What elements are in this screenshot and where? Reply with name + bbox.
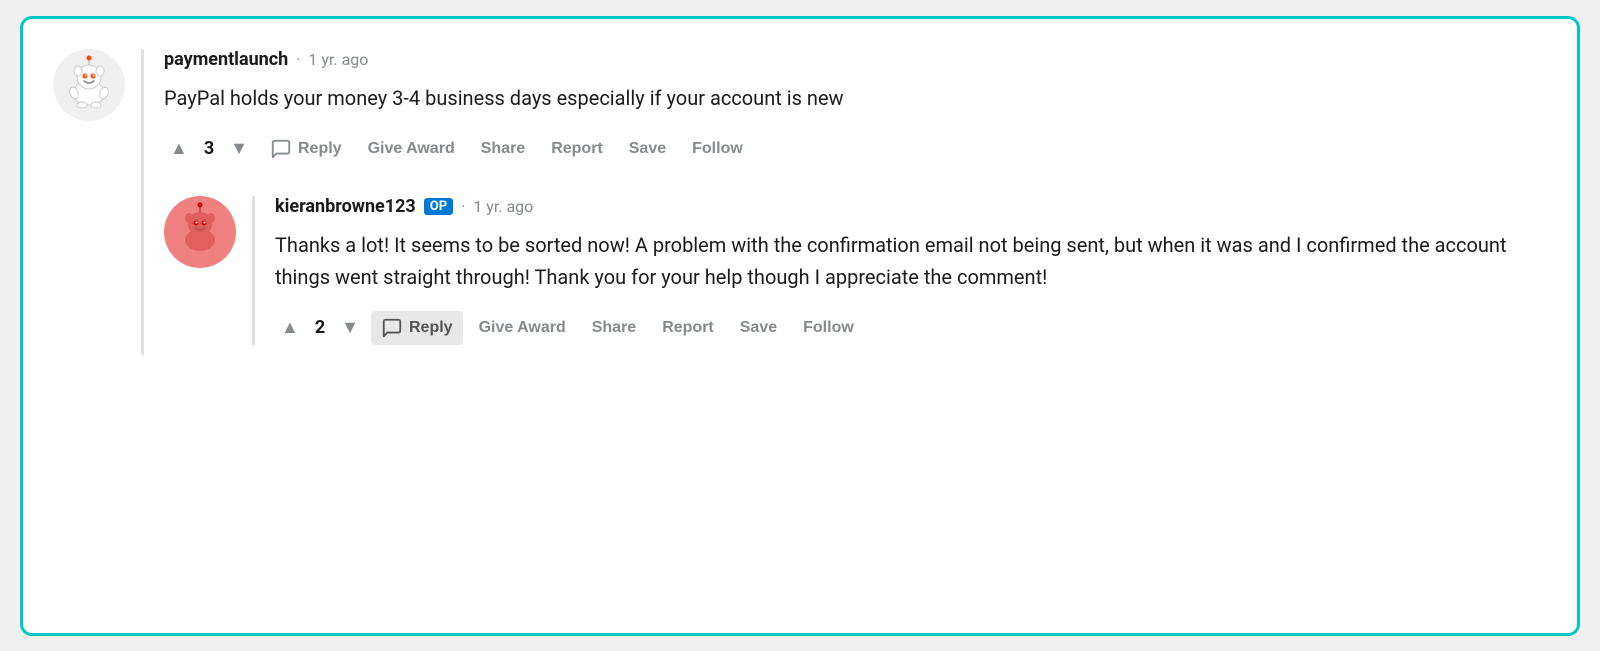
comment-2-meta: kieranbrowne123 OP · 1 yr. ago [275, 196, 1537, 217]
comment-2-downvote[interactable]: ▼ [335, 313, 365, 342]
comment-2-give-award-label: Give Award [479, 319, 566, 337]
reply-icon-2 [381, 317, 403, 339]
comment-1-follow-label: Follow [692, 140, 743, 158]
comment-1-report-button[interactable]: Report [541, 134, 613, 164]
comment-2-share-label: Share [592, 319, 636, 337]
comment-1-downvote[interactable]: ▼ [224, 134, 254, 163]
avatar-paymentlaunch [53, 49, 125, 121]
comment-2-give-award-button[interactable]: Give Award [469, 313, 576, 343]
comment-2-share-button[interactable]: Share [582, 313, 646, 343]
comments-container: paymentlaunch · 1 yr. ago PayPal holds y… [20, 16, 1580, 636]
comment-2-body: kieranbrowne123 OP · 1 yr. ago Thanks a … [252, 196, 1537, 345]
comment-2-timestamp: 1 yr. ago [473, 197, 533, 216]
comment-2-username: kieranbrowne123 [275, 196, 416, 217]
comment-1-actions: ▲ 3 ▼ Reply Give Award Share Report [164, 132, 1537, 166]
comment-1-body: paymentlaunch · 1 yr. ago PayPal holds y… [141, 49, 1537, 355]
comment-2-vote-count: 2 [311, 317, 329, 338]
comment-2-dot: · [461, 197, 465, 216]
avatar-kieranbrowne123 [164, 196, 236, 268]
reply-icon [270, 138, 292, 160]
comment-1-save-label: Save [629, 140, 666, 158]
comment-1-upvote[interactable]: ▲ [164, 134, 194, 163]
comment-2-follow-label: Follow [803, 319, 854, 337]
comment-1-reply-label: Reply [298, 140, 342, 158]
comment-2-follow-button[interactable]: Follow [793, 313, 864, 343]
comment-1-report-label: Report [551, 140, 603, 158]
comment-1-give-award-label: Give Award [368, 140, 455, 158]
comment-2: kieranbrowne123 OP · 1 yr. ago Thanks a … [164, 196, 1537, 345]
comment-1: paymentlaunch · 1 yr. ago PayPal holds y… [53, 49, 1537, 355]
comment-1-follow-button[interactable]: Follow [682, 134, 753, 164]
comment-1-text: PayPal holds your money 3-4 business day… [164, 82, 1537, 114]
comment-2-text: Thanks a lot! It seems to be sorted now!… [275, 229, 1537, 293]
comment-1-meta: paymentlaunch · 1 yr. ago [164, 49, 1537, 70]
op-badge: OP [424, 198, 453, 215]
comment-2-reply-button[interactable]: Reply [371, 311, 463, 345]
comment-2-actions: ▲ 2 ▼ Reply Give Award [275, 311, 1537, 345]
comment-1-vote-count: 3 [200, 138, 218, 159]
comment-1-give-award-button[interactable]: Give Award [358, 134, 465, 164]
comment-2-report-label: Report [662, 319, 714, 337]
comment-2-wrapper: kieranbrowne123 OP · 1 yr. ago Thanks a … [164, 196, 1537, 345]
comment-1-timestamp: 1 yr. ago [308, 50, 368, 69]
comment-1-save-button[interactable]: Save [619, 134, 676, 164]
comment-2-upvote[interactable]: ▲ [275, 313, 305, 342]
comment-1-reply-button[interactable]: Reply [260, 132, 352, 166]
comment-1-share-button[interactable]: Share [471, 134, 535, 164]
comment-2-save-label: Save [740, 319, 777, 337]
comment-1-username: paymentlaunch [164, 49, 288, 70]
comment-1-share-label: Share [481, 140, 525, 158]
comment-2-report-button[interactable]: Report [652, 313, 724, 343]
comment-2-save-button[interactable]: Save [730, 313, 787, 343]
comment-1-dot: · [296, 50, 300, 69]
comment-2-reply-label: Reply [409, 319, 453, 337]
